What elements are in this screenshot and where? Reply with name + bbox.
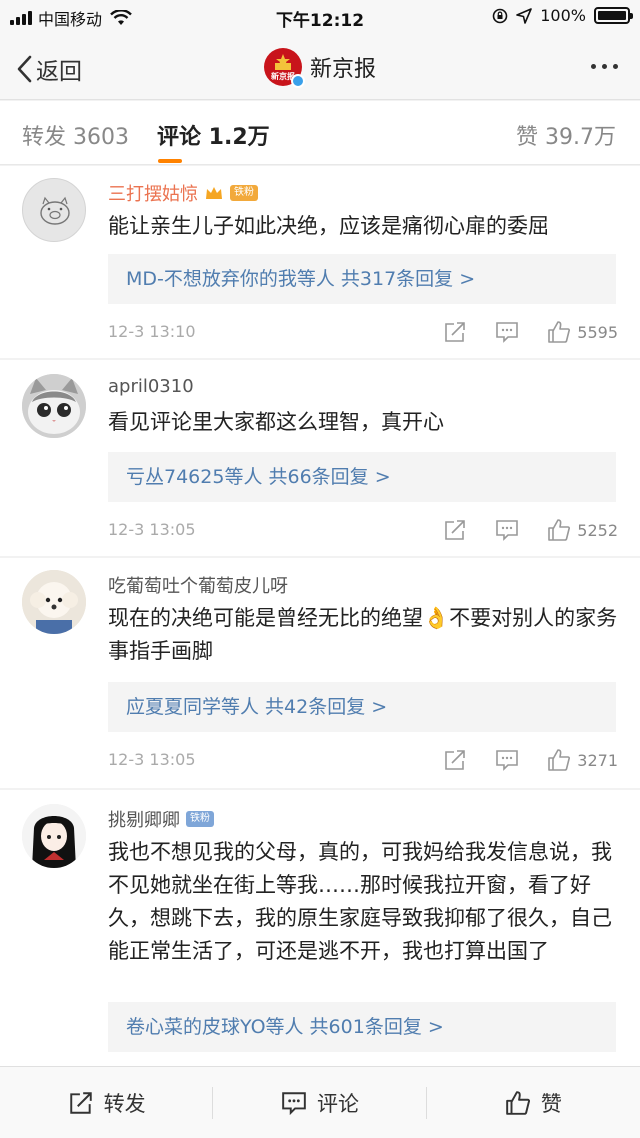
lock-rotation-icon (492, 8, 508, 23)
comment-item: 吃葡萄吐个葡萄皮儿呀 现在的决绝可能是曾经无比的绝望👌不要对别人的家务事指手画脚… (0, 558, 640, 788)
thumbs-up-icon (506, 1090, 530, 1115)
fan-badge: 铁粉 (230, 185, 258, 201)
comment-text: 现在的决绝可能是曾经无比的绝望👌不要对别人的家务事指手画脚 (108, 606, 618, 663)
thumbs-up-icon[interactable] (547, 518, 571, 542)
avatar[interactable] (22, 178, 86, 242)
username-text: 挑剔卿卿 (108, 810, 180, 831)
username-text: 三打摆姑惊 (108, 184, 198, 205)
tab-likes[interactable]: 赞 39.7万 (516, 119, 616, 151)
thumbs-up-icon[interactable] (547, 320, 571, 344)
comment-username[interactable]: 三打摆姑惊 铁粉 (108, 180, 258, 206)
repost-label: 转发 (103, 1091, 146, 1116)
dog-icon (22, 570, 86, 634)
cat-icon (22, 374, 86, 438)
comment-time: 12-3 13:05 (108, 750, 196, 769)
share-icon (69, 1091, 92, 1114)
battery-icon (594, 7, 633, 24)
comment-username[interactable]: april0310 (108, 376, 194, 397)
tab-comments[interactable]: 评论 1.2万 (157, 119, 270, 151)
repost-button[interactable]: 转发 (0, 1067, 214, 1138)
status-bar: 中国移动 下午12:12 100% (0, 0, 640, 34)
status-right: 100% (492, 6, 633, 25)
nav-bar: 返回 新京报 新京报 (0, 34, 640, 100)
location-arrow-icon (516, 7, 533, 24)
comment-meta: 12-3 13:05 3271 (108, 748, 618, 772)
battery-percent: 100% (540, 6, 586, 25)
share-icon[interactable] (443, 518, 467, 542)
avatar[interactable] (22, 374, 86, 438)
comment-button[interactable]: 评论 (213, 1067, 427, 1138)
comment-text: 看见评论里大家都这么理智，真开心 (108, 410, 444, 434)
comment-item: 三打摆姑惊 铁粉 能让亲生儿子如此决绝，应该是痛彻心扉的委屈 MD-不想放弃你的… (0, 166, 640, 358)
username-text: 吃葡萄吐个葡萄皮儿呀 (108, 576, 288, 597)
more-dots-icon[interactable] (591, 64, 618, 69)
comment-icon[interactable] (495, 748, 519, 772)
comment-username[interactable]: 吃葡萄吐个葡萄皮儿呀 (108, 572, 288, 598)
comment-time: 12-3 13:05 (108, 520, 196, 539)
comment-item: april0310 看见评论里大家都这么理智，真开心 亏丛74625等人 共66… (0, 360, 640, 556)
share-icon[interactable] (443, 748, 467, 772)
comment-icon (282, 1091, 306, 1115)
reply-summary[interactable]: 卷心菜的皮球YO等人 共601条回复 > (108, 1002, 616, 1052)
like-button[interactable]: 赞 (427, 1067, 640, 1138)
emblem-icon (274, 54, 291, 70)
comment-label: 评论 (316, 1091, 359, 1116)
tab-bar: 转发 3603 评论 1.2万 赞 39.7万 (0, 101, 640, 165)
like-count: 3271 (577, 750, 618, 770)
avatar[interactable] (22, 570, 86, 634)
comment-icon[interactable] (495, 320, 519, 344)
comment-icon[interactable] (495, 518, 519, 542)
pig-icon (40, 196, 70, 225)
comment-time: 12-3 13:10 (108, 322, 196, 341)
verified-icon (290, 74, 305, 88)
account-avatar: 新京报 (263, 48, 305, 88)
comment-username[interactable]: 挑剔卿卿 铁粉 (108, 806, 214, 832)
comment-text: 能让亲生儿子如此决绝，应该是痛彻心扉的委屈 (108, 214, 549, 238)
fan-badge: 铁粉 (186, 811, 214, 827)
comment-meta: 12-3 13:05 5252 (108, 518, 618, 542)
reply-summary[interactable]: MD-不想放弃你的我等人 共317条回复 > (108, 254, 616, 304)
like-count: 5252 (577, 520, 618, 540)
avatar[interactable] (22, 804, 86, 868)
anime-girl-icon (22, 804, 86, 868)
comment-item: 挑剔卿卿 铁粉 我也不想见我的父母，真的，可我妈给我发信息说，我不见她就坐在街上… (0, 790, 640, 1066)
nav-title[interactable]: 新京报 新京报 (0, 48, 640, 88)
reply-summary[interactable]: 亏丛74625等人 共66条回复 > (108, 452, 616, 502)
tab-repost[interactable]: 转发 3603 (22, 119, 129, 151)
like-count: 5595 (577, 322, 618, 342)
comment-meta: 12-3 13:10 5595 (108, 320, 618, 344)
bottom-action-bar: 转发 评论 赞 (0, 1066, 640, 1138)
tab-indicator (158, 159, 182, 163)
reply-summary[interactable]: 应夏夏同学等人 共42条回复 > (108, 682, 616, 732)
like-label: 赞 (540, 1091, 562, 1116)
page-title: 新京报 (309, 57, 376, 82)
username-text: april0310 (108, 376, 194, 397)
thumbs-up-icon[interactable] (547, 748, 571, 772)
crown-icon (206, 187, 222, 199)
comment-text: 我也不想见我的父母，真的，可我妈给我发信息说，我不见她就坐在街上等我……那时候我… (108, 840, 612, 963)
share-icon[interactable] (443, 320, 467, 344)
